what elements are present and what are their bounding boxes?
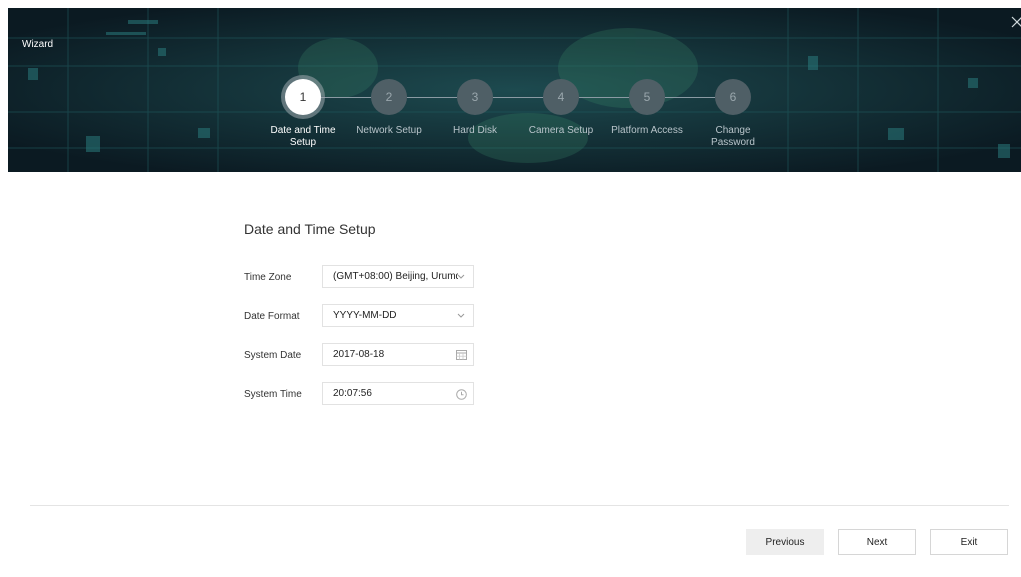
date-format-value: YYYY-MM-DD <box>333 310 397 321</box>
step-connector <box>407 97 457 98</box>
step-number: 6 <box>729 90 737 104</box>
date-format-select[interactable]: YYYY-MM-DD <box>322 304 474 327</box>
page-title: Date and Time Setup <box>244 221 376 237</box>
system-time-label: System Time <box>244 389 302 400</box>
step-3-label: Hard Disk <box>430 125 520 137</box>
step-number: 2 <box>385 90 393 104</box>
system-date-value: 2017-08-18 <box>333 349 385 360</box>
wizard-header: Wizard 1 2 3 4 5 6 Date and Time Setup N… <box>8 8 1021 172</box>
clock-icon[interactable] <box>455 388 467 400</box>
step-2-circle[interactable]: 2 <box>371 79 407 115</box>
step-label-line: Hard Disk <box>453 125 497 136</box>
next-button[interactable]: Next <box>838 529 916 555</box>
step-label-line: Camera Setup <box>528 125 594 136</box>
time-zone-select[interactable]: (GMT+08:00) Beijing, Urumqi, Hong Kong <box>322 265 474 288</box>
step-number: 3 <box>471 90 479 104</box>
system-date-label: System Date <box>244 350 302 361</box>
step-4-label: Camera Setup <box>516 125 606 137</box>
step-label-line: Password <box>711 137 755 148</box>
step-number: 5 <box>643 90 651 104</box>
step-connector <box>493 97 543 98</box>
step-6-label: Change Password <box>688 125 778 149</box>
step-number: 4 <box>557 90 565 104</box>
step-1-circle[interactable]: 1 <box>285 79 321 115</box>
step-connector <box>665 97 715 98</box>
step-5-label: Platform Access <box>602 125 692 137</box>
system-date-field[interactable]: 2017-08-18 <box>322 343 474 366</box>
step-2-label: Network Setup <box>344 125 434 137</box>
step-3-circle[interactable]: 3 <box>457 79 493 115</box>
step-1-label: Date and Time Setup <box>258 125 348 149</box>
time-zone-label: Time Zone <box>244 272 292 283</box>
date-format-label: Date Format <box>244 311 300 322</box>
step-label-line: Date and Time <box>270 125 336 136</box>
chevron-down-icon[interactable] <box>455 310 467 322</box>
step-label-line: Platform Access <box>611 125 683 136</box>
step-connector <box>579 97 629 98</box>
chevron-down-icon[interactable] <box>455 271 467 283</box>
step-6-circle[interactable]: 6 <box>715 79 751 115</box>
step-4-circle[interactable]: 4 <box>543 79 579 115</box>
wizard-window: Wizard 1 2 3 4 5 6 Date and Time Setup N… <box>8 8 1021 577</box>
time-zone-value: (GMT+08:00) Beijing, Urumqi, Hong Kong <box>333 271 458 282</box>
previous-button[interactable]: Previous <box>746 529 824 555</box>
step-label-line: Change <box>715 125 751 136</box>
step-number: 1 <box>299 90 307 104</box>
step-5-circle[interactable]: 5 <box>629 79 665 115</box>
wizard-steps: 1 2 3 4 5 6 Date and Time Setup Network … <box>8 8 1021 172</box>
step-label-line: Network Setup <box>356 125 422 136</box>
calendar-icon[interactable] <box>455 349 467 361</box>
system-time-field[interactable]: 20:07:56 <box>322 382 474 405</box>
footer-divider <box>30 505 1009 506</box>
step-connector <box>321 97 371 98</box>
step-label-line: Setup <box>289 137 317 148</box>
system-time-value: 20:07:56 <box>333 388 372 399</box>
exit-button[interactable]: Exit <box>930 529 1008 555</box>
